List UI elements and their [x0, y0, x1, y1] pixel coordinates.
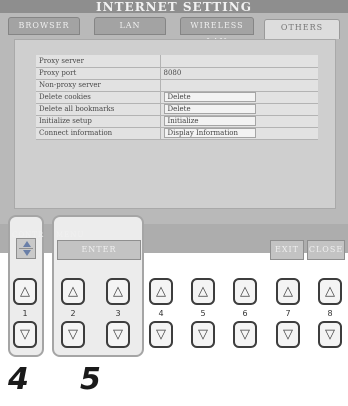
button-number: 7: [285, 309, 291, 318]
triangle-down-icon: ▽: [240, 327, 250, 342]
triangle-down-icon: ▽: [156, 327, 166, 342]
button-6-down[interactable]: ▽: [233, 321, 257, 348]
button-5-down[interactable]: ▽: [191, 321, 215, 348]
exit-button[interactable]: EXIT: [270, 240, 304, 260]
button-number: 8: [327, 309, 333, 318]
triangle-up-icon: △: [283, 284, 293, 299]
tab-browser[interactable]: BROWSER: [8, 17, 80, 35]
setting-label: Non-proxy server: [36, 79, 161, 92]
button-number: 5: [200, 309, 206, 318]
setting-value[interactable]: [160, 55, 318, 68]
setting-label: Proxy port: [36, 67, 161, 80]
setting-label: Delete all bookmarks: [36, 103, 161, 116]
triangle-up-icon: △: [68, 284, 78, 299]
setting-label: Connect information: [36, 127, 161, 140]
contrast-spin-button[interactable]: [16, 238, 36, 259]
button-4-up[interactable]: △: [149, 278, 173, 305]
triangle-up-icon: △: [198, 284, 208, 299]
initialize-button[interactable]: Initialize: [163, 116, 256, 126]
triangle-up-icon: △: [240, 284, 250, 299]
button-7-up[interactable]: △: [276, 278, 300, 305]
triangle-down-icon: ▽: [198, 327, 208, 342]
button-number: 6: [242, 309, 248, 318]
enter-button[interactable]: ENTER: [57, 240, 141, 260]
setting-label: Delete cookies: [36, 91, 161, 104]
table-row[interactable]: Delete cookies Delete: [36, 91, 318, 104]
tab-others[interactable]: OTHERS: [264, 19, 340, 39]
table-row[interactable]: Proxy server: [36, 55, 318, 68]
button-3-down[interactable]: ▽: [106, 321, 130, 348]
table-row[interactable]: Delete all bookmarks Delete: [36, 103, 318, 116]
setting-value[interactable]: 8080: [160, 67, 318, 80]
step-callout-4: 4: [8, 362, 29, 397]
lcd-screen: INTERNET SETTING BROWSER LAN WIRELESS LA…: [0, 0, 348, 253]
button-2-down[interactable]: ▽: [61, 321, 85, 348]
table-row[interactable]: Non-proxy server: [36, 79, 318, 92]
triangle-up-icon: △: [113, 284, 123, 299]
button-8-up[interactable]: △: [318, 278, 342, 305]
triangle-down-icon: ▽: [325, 327, 335, 342]
button-1-down[interactable]: ▽: [13, 321, 37, 348]
arrow-down-icon: [23, 250, 31, 256]
table-row[interactable]: Connect information Display Information: [36, 127, 318, 140]
button-number: 2: [70, 309, 76, 318]
tab-wireless-lan[interactable]: WIRELESS LAN: [180, 17, 254, 46]
table-row[interactable]: Initialize setup Initialize: [36, 115, 318, 128]
button-number: 1: [22, 309, 28, 318]
button-5-up[interactable]: △: [191, 278, 215, 305]
button-8-down[interactable]: ▽: [318, 321, 342, 348]
triangle-up-icon: △: [20, 284, 30, 299]
setting-value[interactable]: [160, 79, 318, 92]
button-number: 4: [158, 309, 164, 318]
button-6-up[interactable]: △: [233, 278, 257, 305]
triangle-down-icon: ▽: [283, 327, 293, 342]
delete-cookies-button[interactable]: Delete: [163, 92, 256, 102]
triangle-up-icon: △: [156, 284, 166, 299]
button-4-down[interactable]: ▽: [149, 321, 173, 348]
delete-bookmarks-button[interactable]: Delete: [163, 104, 256, 114]
tab-lan[interactable]: LAN: [94, 17, 166, 35]
window-title: INTERNET SETTING: [96, 0, 252, 14]
button-7-down[interactable]: ▽: [276, 321, 300, 348]
button-3-up[interactable]: △: [106, 278, 130, 305]
close-button[interactable]: CLOSE: [307, 240, 345, 260]
settings-panel: Proxy server Proxy port 8080 Non-proxy s…: [14, 39, 336, 209]
triangle-up-icon: △: [325, 284, 335, 299]
step-callout-5: 5: [80, 362, 101, 397]
display-information-button[interactable]: Display Information: [163, 128, 256, 138]
triangle-down-icon: ▽: [20, 327, 30, 342]
button-number: 3: [115, 309, 121, 318]
tab-bar: BROWSER LAN WIRELESS LAN OTHERS: [6, 13, 342, 46]
button-1-up[interactable]: △: [13, 278, 37, 305]
settings-table: Proxy server Proxy port 8080 Non-proxy s…: [36, 55, 318, 140]
menu-label: MENU: [56, 231, 85, 239]
setting-label: Initialize setup: [36, 115, 161, 128]
triangle-down-icon: ▽: [68, 327, 78, 342]
button-2-up[interactable]: △: [61, 278, 85, 305]
setting-label: Proxy server: [36, 55, 161, 68]
table-row[interactable]: Proxy port 8080: [36, 67, 318, 80]
arrow-up-icon: [23, 241, 31, 247]
triangle-down-icon: ▽: [113, 327, 123, 342]
